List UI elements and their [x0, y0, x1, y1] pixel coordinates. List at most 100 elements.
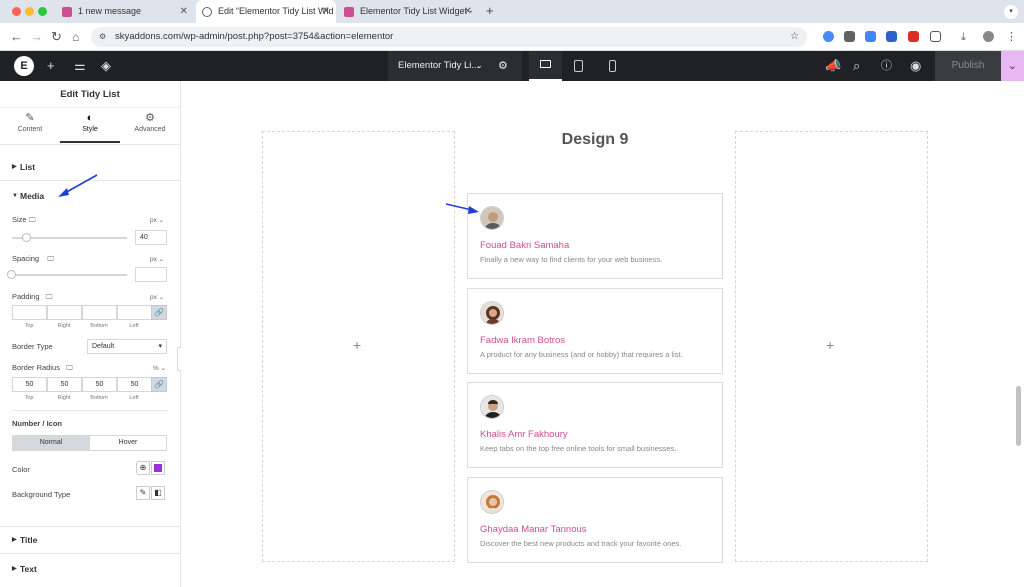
responsive-desktop-icon[interactable]: 🖵	[46, 294, 53, 301]
site-settings-sliders-icon[interactable]: ⚌	[74, 57, 86, 75]
tab-content[interactable]: ✎ Content	[0, 111, 60, 143]
mobile-view-icon[interactable]	[609, 60, 616, 72]
hover-tab[interactable]: Hover	[89, 435, 167, 451]
normal-tab[interactable]: Normal	[12, 435, 90, 451]
browser-tab-active[interactable]: Edit “Elementor Tidy List Wid ✕	[196, 0, 336, 23]
global-colors-globe-icon[interactable]: ⊕	[136, 461, 150, 475]
extension-icon[interactable]	[886, 31, 897, 42]
border-radius-unit-select[interactable]: % ⌄	[153, 364, 166, 372]
bookmark-star-icon[interactable]: ☆	[790, 27, 799, 47]
section-text-toggle[interactable]: ▶ Text	[0, 555, 180, 583]
new-tab-button[interactable]: +	[486, 3, 494, 18]
site-settings-icon[interactable]: ⚙	[99, 27, 106, 47]
profile-avatar[interactable]	[983, 31, 994, 42]
padding-unit-select[interactable]: px ⌄	[150, 293, 164, 301]
tab-search-icon[interactable]: ▾	[1004, 5, 1018, 19]
download-icon[interactable]: ⤓	[961, 28, 966, 46]
close-tab-icon[interactable]: ✕	[464, 0, 472, 23]
dim-label-right: Right	[57, 395, 71, 401]
border-radius-label: Border Radius 🖵	[12, 363, 73, 373]
add-element-icon[interactable]: +	[47, 57, 55, 75]
close-tab-icon[interactable]: ✕	[322, 0, 330, 23]
add-widget-plus-icon[interactable]: +	[826, 337, 834, 353]
list-item[interactable]: Fouad Bakri Samaha Finally a new way to …	[467, 193, 723, 279]
spacing-unit-select[interactable]: px ⌄	[150, 255, 164, 263]
preview-eye-icon[interactable]: ◉	[910, 57, 921, 75]
document-name-dropdown[interactable]: Elementor Tidy Li... ⌄ ⚙	[388, 51, 522, 81]
size-slider-handle[interactable]	[22, 233, 31, 242]
desktop-view-button[interactable]	[529, 51, 562, 81]
padding-bottom-input[interactable]	[82, 305, 117, 320]
tab-label: Style	[82, 126, 98, 133]
list-item[interactable]: Khalis Amr Fakhoury Keep tabs on the top…	[467, 382, 723, 468]
radius-right-input[interactable]: 50	[47, 377, 82, 392]
tab-label: Content	[17, 126, 43, 133]
size-label-text: Size	[12, 215, 27, 224]
help-icon[interactable]: ⓘ	[881, 57, 892, 75]
border-type-select[interactable]: Default ▾	[87, 339, 167, 354]
elementor-logo-button[interactable]: E	[14, 56, 34, 76]
home-icon[interactable]: ⌂	[72, 28, 79, 46]
section-title-toggle[interactable]: ▶ Title	[0, 526, 180, 554]
address-bar[interactable]: ⚙ skyaddons.com/wp-admin/post.php?post=3…	[91, 27, 807, 47]
close-tab-icon[interactable]: ✕	[180, 0, 188, 23]
red-extension-icon[interactable]	[908, 31, 919, 42]
list-item[interactable]: Ghaydaa Manar Tannous Discover the best …	[467, 477, 723, 563]
color-swatch-button[interactable]	[151, 461, 165, 475]
browser-menu-icon[interactable]: ⋮	[1006, 28, 1017, 46]
puzzle-extensions-icon[interactable]	[930, 31, 941, 42]
radius-bottom-input[interactable]: 50	[82, 377, 117, 392]
minimize-window-button[interactable]	[25, 7, 34, 16]
maximize-window-button[interactable]	[38, 7, 47, 16]
publish-options-chevron-icon[interactable]: ⌄	[1001, 51, 1024, 81]
shield-extension-icon[interactable]	[844, 31, 855, 42]
add-widget-plus-icon[interactable]: +	[353, 337, 361, 353]
publish-button[interactable]: Publish	[935, 51, 1001, 81]
section-label: List	[20, 162, 36, 172]
list-item[interactable]: Fadwa Ikram Botros A product for any bus…	[467, 288, 723, 374]
radius-left-input[interactable]: 50	[117, 377, 152, 392]
padding-top-input[interactable]	[12, 305, 47, 320]
link-values-icon[interactable]: 🔗	[151, 305, 167, 320]
forward-arrow-icon[interactable]: →	[30, 28, 43, 46]
spacing-slider-handle[interactable]	[7, 270, 16, 279]
reload-icon[interactable]: ↻	[51, 28, 62, 46]
spacing-slider-track[interactable]	[12, 274, 127, 276]
gradient-icon[interactable]: ◧	[151, 486, 165, 500]
item-name: Ghaydaa Manar Tannous	[480, 524, 587, 535]
empty-column-right[interactable]: +	[735, 131, 928, 562]
link-values-icon[interactable]: 🔗	[151, 377, 167, 392]
structure-layers-icon[interactable]: ◈	[101, 57, 111, 75]
padding-left-input[interactable]	[117, 305, 152, 320]
radius-top-input[interactable]: 50	[12, 377, 47, 392]
design-heading: Design 9	[561, 131, 629, 148]
spacing-input[interactable]	[135, 267, 167, 282]
select-value: Default	[92, 343, 115, 350]
page-scrollbar[interactable]	[1016, 386, 1021, 446]
half-circle-icon: ◐	[86, 112, 94, 124]
search-icon[interactable]: ⌕	[853, 57, 860, 75]
item-name: Fouad Bakri Samaha	[480, 240, 570, 251]
close-window-button[interactable]	[12, 7, 21, 16]
responsive-desktop-icon[interactable]: 🖵	[66, 365, 73, 372]
size-input[interactable]: 40	[135, 230, 167, 245]
color-picker-extension-icon[interactable]	[823, 31, 834, 42]
tablet-view-icon[interactable]	[574, 60, 583, 72]
back-arrow-icon[interactable]: ←	[10, 28, 23, 46]
notifications-megaphone-icon[interactable]: 📣	[825, 57, 841, 75]
tab-style[interactable]: ◐ Style	[60, 111, 120, 143]
tab-advanced[interactable]: ⚙ Advanced	[120, 111, 180, 143]
translate-extension-icon[interactable]	[865, 31, 876, 42]
site-favicon-icon	[62, 6, 72, 17]
empty-column-left[interactable]: +	[262, 131, 455, 562]
classic-brush-icon[interactable]: ✎	[136, 486, 150, 500]
spacing-label-text: Spacing	[12, 254, 40, 263]
size-unit-select[interactable]: px ⌄	[150, 216, 164, 224]
tab-title: 1 new message	[78, 6, 142, 16]
page-settings-gear-icon[interactable]: ⚙	[498, 51, 508, 81]
browser-tab[interactable]: 1 new message ✕	[56, 0, 194, 23]
responsive-desktop-icon[interactable]: 🖵	[47, 256, 54, 263]
browser-tab[interactable]: Elementor Tidy List Widget - ✕	[338, 0, 478, 23]
responsive-desktop-icon[interactable]: 🖵	[29, 217, 36, 224]
padding-right-input[interactable]	[47, 305, 82, 320]
